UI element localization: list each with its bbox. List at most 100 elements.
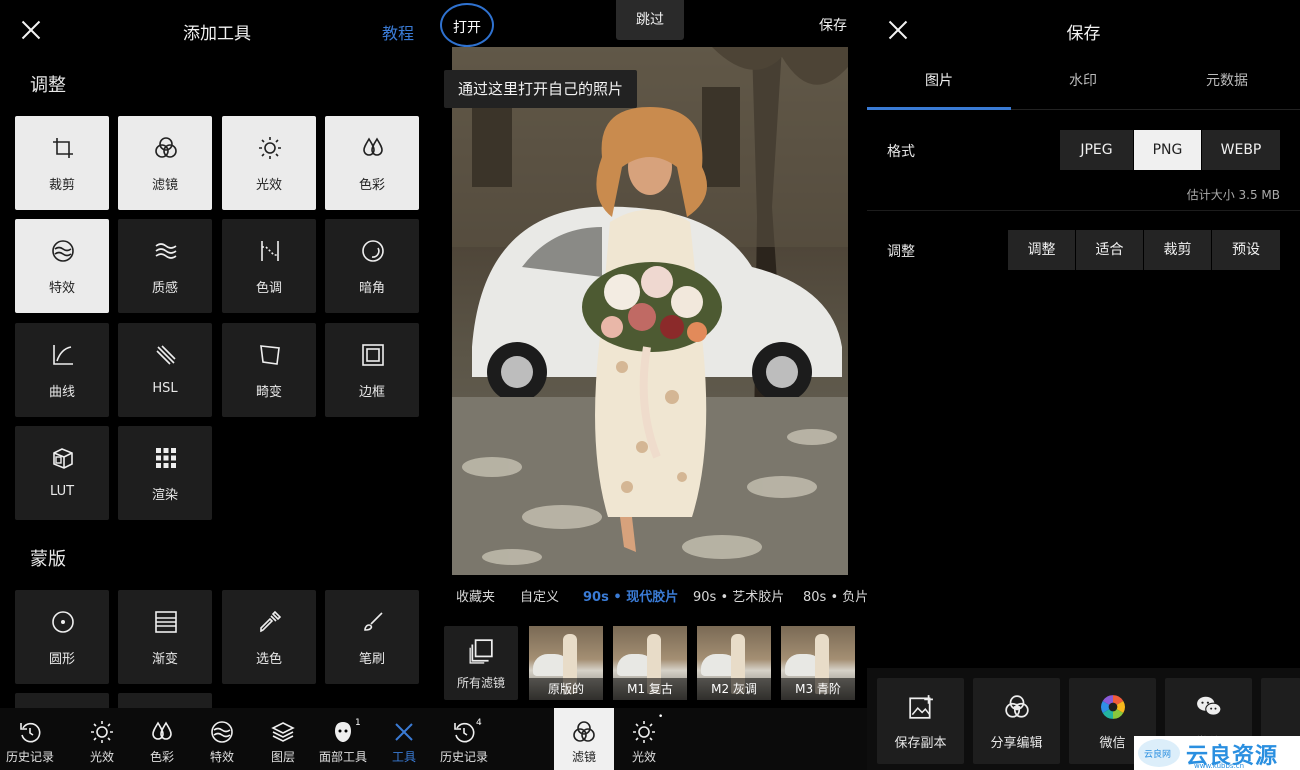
tab-image[interactable]: 图片: [867, 60, 1011, 110]
waves-circle-icon: [211, 721, 233, 743]
tab-watermark[interactable]: 水印: [1011, 60, 1155, 110]
estimated-size: 估计大小 3.5 MB: [1186, 188, 1280, 202]
all-filters-button[interactable]: 所有滤镜: [444, 626, 518, 700]
tool-label: 色调: [255, 281, 282, 296]
nav-light[interactable]: • 光效: [614, 708, 674, 770]
vignette-icon: [362, 240, 384, 262]
nav-tools[interactable]: 工具: [374, 708, 434, 770]
open-label: 打开: [453, 20, 481, 36]
filter-thumb-m3[interactable]: M3 青阶: [781, 626, 855, 700]
tool-label: 渐变: [151, 652, 178, 667]
tool-tile-color[interactable]: 色彩: [325, 116, 419, 210]
tool-tile-vignette[interactable]: 暗角: [325, 219, 419, 313]
photo-preview[interactable]: [452, 47, 848, 575]
nav-label: 工具: [391, 750, 416, 764]
radial-mask-icon: [52, 611, 74, 633]
tool-label: 质感: [151, 281, 178, 296]
filter-thumb-m1[interactable]: M1 复古: [613, 626, 687, 700]
watermark-logo-text: 云良网: [1144, 750, 1172, 760]
mask-tile-brush[interactable]: 笔刷: [325, 590, 419, 684]
divider: [867, 210, 1300, 211]
thumb-caption: 原版的: [529, 678, 603, 700]
tool-tile-texture[interactable]: 质感: [118, 219, 212, 313]
page-title: 保存: [1066, 24, 1101, 44]
tool-tile-distort[interactable]: 畸变: [222, 323, 316, 417]
skip-button[interactable]: 跳过: [616, 0, 684, 40]
tool-tile-render[interactable]: 渲染: [118, 426, 212, 520]
tool-label: 裁剪: [48, 178, 75, 193]
tool-tile-lut[interactable]: LUT: [15, 426, 109, 520]
tool-label: 选色: [255, 652, 282, 667]
tool-tile-hsl[interactable]: HSL: [118, 323, 212, 417]
thumb-caption: M1 复古: [613, 678, 687, 700]
tool-tile-crop[interactable]: 裁剪: [15, 116, 109, 210]
tool-label: 光效: [255, 178, 282, 193]
grid-dots-icon: [156, 448, 176, 468]
filter-tab-favorites[interactable]: 收藏夹: [456, 586, 495, 605]
tool-tile-frame[interactable]: 边框: [325, 323, 419, 417]
filter-tab-90s-modern-film[interactable]: 90s • 现代胶片: [583, 586, 678, 605]
adjust-label: 调整: [887, 244, 915, 260]
tool-label: 圆形: [48, 652, 75, 667]
light-badge: •: [658, 712, 664, 722]
wechat-icon: [1197, 696, 1222, 716]
brush-icon: [364, 612, 383, 631]
filter-tab-custom[interactable]: 自定义: [520, 586, 559, 605]
tool-label: 边框: [358, 385, 385, 400]
nav-label: 历史记录: [5, 750, 54, 764]
watermark-url: www.kubbs.cn: [1194, 762, 1245, 770]
format-webp[interactable]: WEBP: [1202, 130, 1280, 170]
add-tools-panel: 添加工具 教程 调整 裁剪 滤镜 光效 色彩 特效 质感 色调 暗角 曲线 HS…: [0, 0, 434, 770]
bottom-toolbar: 4 历史记录 滤镜 • 光效: [434, 708, 867, 770]
tool-tile-split-tone[interactable]: 色调: [222, 219, 316, 313]
mask-section-title: 蒙版: [30, 549, 66, 570]
filter-icon: [155, 137, 177, 158]
tool-label: LUT: [49, 484, 75, 499]
nav-history[interactable]: 4 历史记录: [434, 708, 494, 770]
crop-icon: [53, 138, 73, 158]
save-button[interactable]: 保存: [819, 15, 847, 35]
mask-tile-gradient[interactable]: 渐变: [118, 590, 212, 684]
tool-label: 色彩: [358, 178, 385, 193]
save-tabs: 图片 水印 元数据: [867, 60, 1300, 110]
format-label: 格式: [887, 144, 915, 160]
history-badge: 4: [476, 718, 482, 728]
tool-tile-curves[interactable]: 曲线: [15, 323, 109, 417]
open-photo-button[interactable]: 打开: [440, 3, 494, 47]
filter-thumb-m2[interactable]: M2 灰调: [697, 626, 771, 700]
mask-tile-color-select[interactable]: 选色: [222, 590, 316, 684]
tool-tile-filter[interactable]: 滤镜: [118, 116, 212, 210]
nav-history[interactable]: 历史记录: [0, 708, 60, 770]
watermark-logo: 云良网: [1138, 739, 1180, 767]
resize-adjust[interactable]: 调整: [1008, 230, 1075, 270]
tool-tile-light[interactable]: 光效: [222, 116, 316, 210]
share-label: 分享编辑: [990, 736, 1043, 751]
bottom-toolbar: 历史记录 光效 色彩 特效 图层 1 面部工具 工具: [0, 708, 434, 770]
tool-tile-effects[interactable]: 特效: [15, 219, 109, 313]
tool-label: HSL: [152, 381, 178, 396]
filter-thumb-original[interactable]: 原版的: [529, 626, 603, 700]
resize-fit[interactable]: 适合: [1076, 230, 1143, 270]
filter-tab-90s-art-film[interactable]: 90s • 艺术胶片: [693, 586, 784, 605]
resize-preset[interactable]: 预设: [1212, 230, 1280, 270]
mask-tile-radial[interactable]: 圆形: [15, 590, 109, 684]
sun-icon: [633, 721, 655, 743]
tutorial-link[interactable]: 教程: [382, 20, 414, 44]
tool-label: 暗角: [358, 281, 385, 296]
editor-panel: 打开 跳过 保存 通过这里打开自己的照片 收藏夹 自定义 90s • 现代胶片 …: [434, 0, 867, 770]
stacked-squares-icon: [469, 639, 493, 664]
tab-metadata[interactable]: 元数据: [1155, 60, 1299, 110]
filter-tab-80s-negative[interactable]: 80s • 负片: [803, 586, 867, 605]
share-save-copy[interactable]: 保存副本: [877, 678, 964, 764]
curve-icon: [53, 345, 73, 365]
thumb-caption: M2 灰调: [697, 678, 771, 700]
resize-crop[interactable]: 裁剪: [1144, 230, 1211, 270]
face-icon: [335, 722, 351, 742]
wechat-moments-icon: [1101, 695, 1125, 719]
format-png[interactable]: PNG: [1134, 130, 1201, 170]
nav-label: 历史记录: [439, 750, 488, 764]
share-edit[interactable]: 分享编辑: [973, 678, 1060, 764]
lut-cube-icon: [53, 448, 73, 469]
format-jpeg[interactable]: JPEG: [1060, 130, 1133, 170]
open-photo-tooltip: 通过这里打开自己的照片: [444, 70, 638, 108]
